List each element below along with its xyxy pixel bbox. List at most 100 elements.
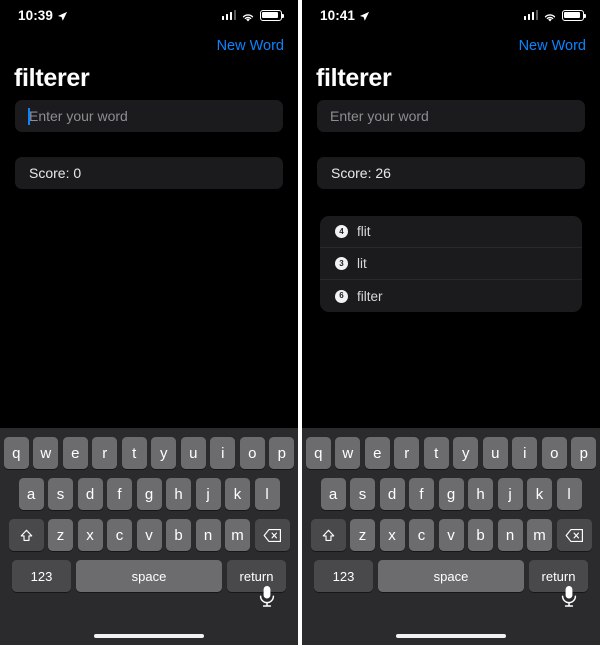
onscreen-keyboard[interactable]: qwertyuiop asdfghjkl zxcvbnm 123 space r… bbox=[0, 428, 298, 645]
score-label: Score: 26 bbox=[331, 165, 391, 181]
key-p[interactable]: p bbox=[571, 437, 597, 469]
key-w[interactable]: w bbox=[335, 437, 361, 469]
nav-bar: New Word bbox=[302, 32, 600, 60]
word-text: filter bbox=[357, 288, 383, 304]
key-r[interactable]: r bbox=[394, 437, 420, 469]
dual-screenshot-container: 10:39 New Word filterer Enter your word … bbox=[0, 0, 600, 645]
key-m[interactable]: m bbox=[527, 519, 552, 551]
keyboard-row-1: qwertyuiop bbox=[302, 428, 600, 469]
new-word-button[interactable]: New Word bbox=[217, 38, 284, 54]
cellular-signal-icon bbox=[221, 10, 236, 20]
home-indicator-bar[interactable] bbox=[94, 633, 204, 638]
backspace-key[interactable] bbox=[556, 519, 592, 551]
key-r[interactable]: r bbox=[92, 437, 118, 469]
word-input[interactable]: Enter your word bbox=[15, 100, 283, 132]
word-input-placeholder: Enter your word bbox=[29, 108, 128, 124]
key-g[interactable]: g bbox=[136, 478, 162, 510]
key-d[interactable]: d bbox=[77, 478, 103, 510]
key-b[interactable]: b bbox=[468, 519, 493, 551]
key-i[interactable]: i bbox=[210, 437, 236, 469]
key-a[interactable]: a bbox=[18, 478, 44, 510]
backspace-key[interactable] bbox=[254, 519, 290, 551]
key-k[interactable]: k bbox=[225, 478, 250, 510]
key-c[interactable]: c bbox=[409, 519, 434, 551]
keyboard-bottom-bar bbox=[302, 583, 600, 645]
key-v[interactable]: v bbox=[438, 519, 464, 551]
key-s[interactable]: s bbox=[350, 478, 375, 510]
key-x[interactable]: x bbox=[77, 519, 103, 551]
battery-icon bbox=[562, 9, 587, 21]
letter-count-badge: 4 bbox=[335, 225, 348, 238]
key-g[interactable]: g bbox=[438, 478, 464, 510]
key-t[interactable]: t bbox=[121, 437, 147, 469]
shift-key[interactable] bbox=[310, 519, 346, 551]
key-x[interactable]: x bbox=[379, 519, 405, 551]
wifi-icon bbox=[241, 10, 255, 22]
key-o[interactable]: o bbox=[239, 437, 265, 469]
key-p[interactable]: p bbox=[269, 437, 295, 469]
key-s[interactable]: s bbox=[48, 478, 73, 510]
status-time-group: 10:39 bbox=[18, 8, 68, 23]
key-z[interactable]: z bbox=[350, 519, 375, 551]
key-z[interactable]: z bbox=[48, 519, 73, 551]
word-text: flit bbox=[357, 224, 371, 239]
key-l[interactable]: l bbox=[254, 478, 280, 510]
battery-icon bbox=[260, 9, 285, 21]
key-u[interactable]: u bbox=[180, 437, 206, 469]
word-list-item: 3 lit bbox=[320, 248, 582, 280]
page-title: filterer bbox=[14, 64, 90, 92]
key-b[interactable]: b bbox=[166, 519, 191, 551]
word-list-item: 4 flit bbox=[320, 216, 582, 248]
keyboard-row-2: asdfghjkl bbox=[0, 469, 298, 510]
key-q[interactable]: q bbox=[3, 437, 29, 469]
microphone-icon[interactable] bbox=[258, 585, 276, 609]
onscreen-keyboard[interactable]: qwertyuiop asdfghjkl zxcvbnm 123 space r… bbox=[302, 428, 600, 645]
keyboard-row-1: qwertyuiop bbox=[0, 428, 298, 469]
key-m[interactable]: m bbox=[225, 519, 250, 551]
key-n[interactable]: n bbox=[195, 519, 221, 551]
key-f[interactable]: f bbox=[409, 478, 434, 510]
key-a[interactable]: a bbox=[320, 478, 346, 510]
key-k[interactable]: k bbox=[527, 478, 552, 510]
word-input[interactable]: Enter your word bbox=[317, 100, 585, 132]
key-w[interactable]: w bbox=[33, 437, 59, 469]
key-y[interactable]: y bbox=[453, 437, 479, 469]
key-l[interactable]: l bbox=[556, 478, 582, 510]
key-q[interactable]: q bbox=[305, 437, 331, 469]
page-title: filterer bbox=[316, 64, 392, 92]
key-e[interactable]: e bbox=[62, 437, 88, 469]
key-d[interactable]: d bbox=[379, 478, 405, 510]
key-c[interactable]: c bbox=[107, 519, 132, 551]
key-n[interactable]: n bbox=[497, 519, 523, 551]
key-h[interactable]: h bbox=[468, 478, 493, 510]
keyboard-row-2: asdfghjkl bbox=[302, 469, 600, 510]
home-indicator-bar[interactable] bbox=[396, 633, 506, 638]
status-time: 10:41 bbox=[320, 7, 356, 23]
keyboard-bottom-bar bbox=[0, 583, 298, 645]
new-word-button[interactable]: New Word bbox=[519, 38, 586, 54]
location-arrow-icon bbox=[359, 10, 370, 21]
status-bar: 10:39 bbox=[0, 0, 298, 30]
key-i[interactable]: i bbox=[512, 437, 538, 469]
status-bar: 10:41 bbox=[302, 0, 600, 30]
phone-screen-left: 10:39 New Word filterer Enter your word … bbox=[0, 0, 298, 645]
key-y[interactable]: y bbox=[151, 437, 177, 469]
nav-bar: New Word bbox=[0, 32, 298, 60]
key-u[interactable]: u bbox=[482, 437, 508, 469]
key-j[interactable]: j bbox=[497, 478, 523, 510]
microphone-icon[interactable] bbox=[560, 585, 578, 609]
shift-key[interactable] bbox=[8, 519, 44, 551]
keyboard-letters-row-3: zxcvbnm bbox=[350, 519, 552, 551]
key-v[interactable]: v bbox=[136, 519, 162, 551]
key-o[interactable]: o bbox=[541, 437, 567, 469]
wifi-icon bbox=[543, 10, 557, 22]
key-f[interactable]: f bbox=[107, 478, 132, 510]
letter-count-badge: 3 bbox=[335, 257, 348, 270]
key-j[interactable]: j bbox=[195, 478, 221, 510]
keyboard-letters-row-3: zxcvbnm bbox=[48, 519, 250, 551]
status-time: 10:39 bbox=[18, 7, 54, 23]
key-e[interactable]: e bbox=[364, 437, 390, 469]
key-t[interactable]: t bbox=[423, 437, 449, 469]
phone-screen-right: 10:41 New Word filterer Enter your word … bbox=[302, 0, 600, 645]
key-h[interactable]: h bbox=[166, 478, 191, 510]
